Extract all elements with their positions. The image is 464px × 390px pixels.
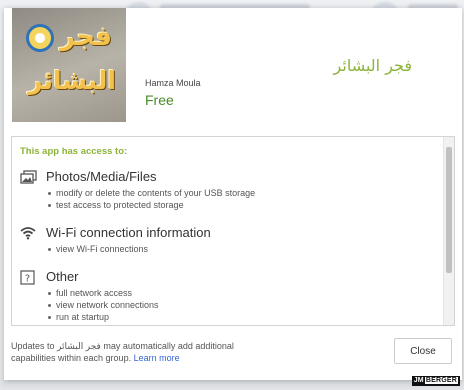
app-price: Free: [145, 92, 174, 108]
svg-text:?: ?: [25, 274, 30, 285]
app-title: فجر البشائر: [333, 56, 412, 75]
app-icon-text: فجر: [60, 22, 112, 52]
app-permissions-dialog: فجر البشائر Hamza Moula Free فجر البشائر…: [4, 8, 462, 380]
permission-group-title: Photos/Media/Files: [46, 169, 157, 184]
close-button[interactable]: Close: [394, 338, 452, 364]
app-icon-text: البشائر: [28, 66, 116, 95]
permissions-list[interactable]: This app has access to: Photos/Media/Fil…: [11, 136, 455, 326]
photos-media-icon: [20, 170, 37, 184]
updates-notice: Updates to فجر البشائر may automatically…: [11, 340, 273, 364]
updates-notice-prefix: Updates to: [11, 341, 55, 351]
permission-item: test access to protected storage: [46, 199, 255, 211]
updates-notice-app-name: فجر البشائر: [57, 341, 101, 351]
permission-item: view network connections: [46, 299, 159, 311]
permission-item: view Wi-Fi connections: [46, 243, 148, 255]
permissions-header: This app has access to:: [20, 146, 128, 157]
watermark-part1: JM: [413, 377, 424, 384]
permission-group-title: Other: [46, 269, 79, 284]
scrollbar-thumb[interactable]: [446, 147, 452, 273]
developer-name[interactable]: Hamza Moula: [145, 78, 201, 88]
photographer-watermark: JM BERGER: [411, 376, 460, 386]
app-icon: فجر البشائر: [12, 8, 126, 122]
permission-item: modify or delete the contents of your US…: [46, 187, 255, 199]
app-logo-emblem-icon: [26, 24, 54, 52]
wifi-icon: [20, 226, 36, 240]
watermark-part2: BERGER: [424, 377, 458, 384]
permission-item: full network access: [46, 287, 159, 299]
learn-more-link[interactable]: Learn more: [134, 353, 180, 363]
permission-item: run at startup: [46, 311, 159, 323]
permission-group-title: Wi-Fi connection information: [46, 225, 211, 240]
question-mark-icon: ?: [20, 270, 36, 285]
permissions-scrollbar[interactable]: [443, 137, 454, 325]
